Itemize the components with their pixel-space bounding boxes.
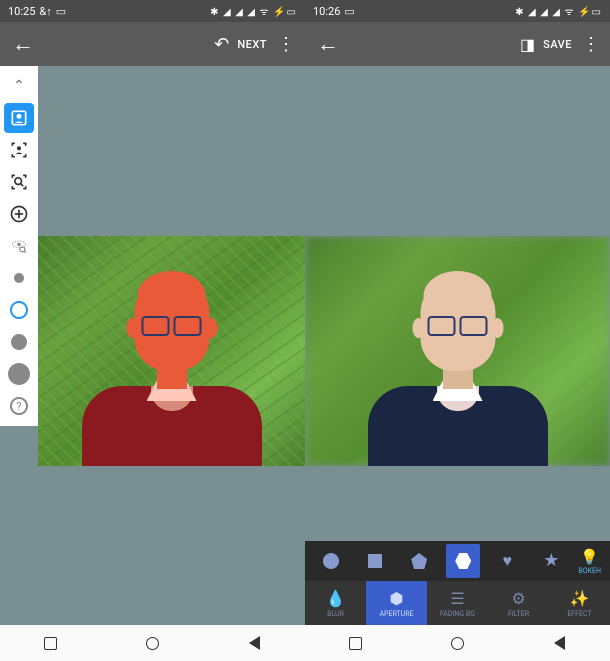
tab-label: APERTURE xyxy=(379,610,413,618)
status-icons: ✱ ◢ ◢ ◢ ᯤ ⚡▭ xyxy=(210,4,297,18)
heart-shape-icon: ♥ xyxy=(503,553,513,569)
status-app-icon: ▭ xyxy=(344,5,354,18)
editor-screen-selection: 10:25 &↑ ▭ ✱ ◢ ◢ ◢ ᯤ ⚡▭ ← ↶ NEXT ⋮ ⌃ xyxy=(0,0,305,661)
circle-icon xyxy=(451,637,464,650)
help-button[interactable]: ? xyxy=(4,391,34,421)
editor-screen-effects: 10:26 ▭ ✱ ◢ ◢ ◢ ᯤ ⚡▭ ← ◨ SAVE ⋮ xyxy=(305,0,610,661)
tab-label: EFFECT xyxy=(567,610,591,618)
add-tool[interactable] xyxy=(4,199,34,229)
effects-panel: ♥ ★ 💡 BOKEH 💧 BLUR ⬢ APERTURE xyxy=(305,541,610,625)
canvas-area: ♥ ★ 💡 BOKEH 💧 BLUR ⬢ APERTURE xyxy=(305,66,610,661)
preview-tool[interactable] xyxy=(4,231,34,261)
square-icon xyxy=(44,637,57,650)
bulb-icon: 💡 xyxy=(580,548,599,566)
photo-canvas[interactable] xyxy=(38,236,305,466)
blur-icon: 💧 xyxy=(326,589,346,608)
effect-icon: ✨ xyxy=(570,589,590,608)
canvas-area: ⌃ xyxy=(0,66,305,661)
nav-home-button[interactable] xyxy=(144,635,160,651)
top-bar: ← ◨ SAVE ⋮ xyxy=(305,22,610,66)
object-detect-icon xyxy=(9,140,29,160)
effect-tabs: 💧 BLUR ⬢ APERTURE ☰ FADING BG ⚙ FILTER xyxy=(305,581,610,625)
tab-fading-bg[interactable]: ☰ FADING BG xyxy=(427,581,488,625)
tab-label: FILTER xyxy=(508,610,529,618)
status-extra: &↑ xyxy=(39,5,51,18)
brush-dot-active-icon xyxy=(10,301,28,319)
collapse-toolbar-button[interactable]: ⌃ xyxy=(4,71,34,101)
tab-effect[interactable]: ✨ EFFECT xyxy=(549,581,610,625)
subject-foreground xyxy=(368,266,548,466)
zoom-detect-icon xyxy=(9,172,29,192)
chevron-up-icon: ⌃ xyxy=(13,78,25,94)
status-icons: ✱ ◢ ◢ ◢ ᯤ ⚡▭ xyxy=(515,4,602,18)
nav-back-button[interactable] xyxy=(551,635,567,651)
subject-selection-overlay xyxy=(82,266,262,466)
brush-size-large[interactable] xyxy=(4,359,34,389)
shape-pentagon-button[interactable] xyxy=(402,544,436,578)
save-button[interactable]: SAVE xyxy=(543,38,572,51)
nav-back-button[interactable] xyxy=(246,635,262,651)
square-icon xyxy=(349,637,362,650)
photo-canvas[interactable] xyxy=(305,236,610,466)
triangle-icon xyxy=(249,636,260,650)
bokeh-shapes-row: ♥ ★ 💡 BOKEH xyxy=(305,541,610,581)
brush-dot-small-icon xyxy=(14,273,24,283)
face-detect-icon xyxy=(9,108,29,128)
zoom-detect-tool[interactable] xyxy=(4,167,34,197)
tools-toolbar: ⌃ xyxy=(0,66,38,426)
top-bar: ← ↶ NEXT ⋮ xyxy=(0,22,305,66)
nav-recents-button[interactable] xyxy=(348,635,364,651)
shape-circle-button[interactable] xyxy=(314,544,348,578)
status-time: 10:25 xyxy=(8,5,35,18)
nav-home-button[interactable] xyxy=(449,635,465,651)
nav-recents-button[interactable] xyxy=(43,635,59,651)
bokeh-label: BOKEH xyxy=(578,567,601,575)
face-detect-tool[interactable] xyxy=(4,103,34,133)
compare-button[interactable]: ◨ xyxy=(520,35,535,54)
square-shape-icon xyxy=(368,554,382,568)
tab-label: BLUR xyxy=(327,610,344,618)
status-app-icon: ▭ xyxy=(56,5,66,18)
shape-star-button[interactable]: ★ xyxy=(534,544,568,578)
triangle-icon xyxy=(554,636,565,650)
tab-filter[interactable]: ⚙ FILTER xyxy=(488,581,549,625)
back-button[interactable]: ← xyxy=(8,27,38,61)
pentagon-shape-icon xyxy=(411,553,427,569)
android-nav-bar xyxy=(0,625,305,661)
brush-size-medium[interactable] xyxy=(4,327,34,357)
back-button[interactable]: ← xyxy=(313,27,343,61)
brush-size-active[interactable] xyxy=(4,295,34,325)
circle-shape-icon xyxy=(323,553,339,569)
more-menu-button[interactable]: ⋮ xyxy=(580,34,602,55)
tab-aperture[interactable]: ⬢ APERTURE xyxy=(366,581,427,625)
shape-square-button[interactable] xyxy=(358,544,392,578)
bokeh-toggle-button[interactable]: 💡 BOKEH xyxy=(578,548,601,575)
undo-button[interactable]: ↶ xyxy=(214,34,229,55)
star-shape-icon: ★ xyxy=(543,552,559,570)
status-bar: 10:25 &↑ ▭ ✱ ◢ ◢ ◢ ᯤ ⚡▭ xyxy=(0,0,305,22)
fading-icon: ☰ xyxy=(450,589,464,608)
more-menu-button[interactable]: ⋮ xyxy=(275,34,297,55)
eye-zoom-icon xyxy=(9,236,29,256)
status-bar: 10:26 ▭ ✱ ◢ ◢ ◢ ᯤ ⚡▭ xyxy=(305,0,610,22)
tab-label: FADING BG xyxy=(440,610,475,618)
circle-icon xyxy=(146,637,159,650)
help-icon: ? xyxy=(10,397,28,415)
next-button[interactable]: NEXT xyxy=(237,38,267,51)
shape-heart-button[interactable]: ♥ xyxy=(490,544,524,578)
brush-size-small[interactable] xyxy=(4,263,34,293)
android-nav-bar xyxy=(305,625,610,661)
object-detect-tool[interactable] xyxy=(4,135,34,165)
filter-icon: ⚙ xyxy=(511,589,525,608)
shape-hexagon-button[interactable] xyxy=(446,544,480,578)
hexagon-shape-icon xyxy=(455,553,471,569)
aperture-icon: ⬢ xyxy=(390,589,404,608)
plus-circle-icon xyxy=(9,204,29,224)
brush-dot-medium-icon xyxy=(11,334,27,350)
brush-dot-large-icon xyxy=(8,363,30,385)
status-time: 10:26 xyxy=(313,5,340,18)
tab-blur[interactable]: 💧 BLUR xyxy=(305,581,366,625)
